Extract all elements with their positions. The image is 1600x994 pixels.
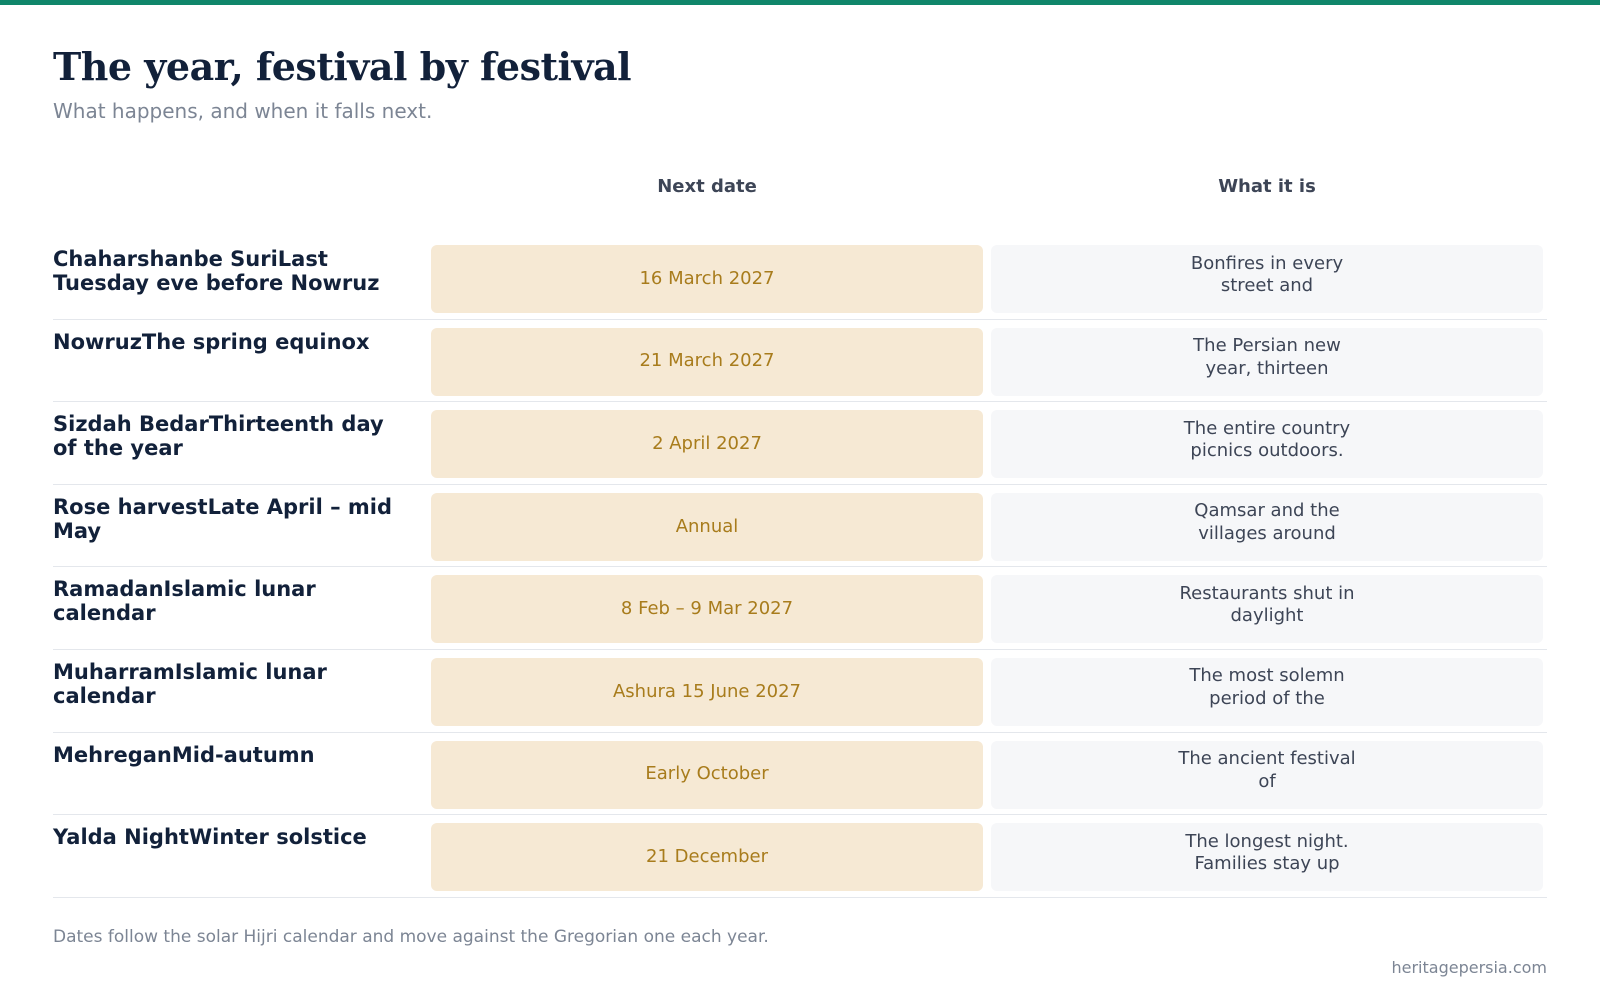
next-date-cell: 2 April 2027: [431, 410, 983, 479]
description-text: The Persian new year, thirteen: [1193, 335, 1341, 379]
table-row: MehreganMid-autumn Early October The anc…: [53, 733, 1547, 816]
page-title: The year, festival by festival: [53, 44, 632, 89]
footnote: Dates follow the solar Hijri calendar an…: [53, 927, 769, 947]
page-subtitle: What happens, and when it falls next.: [53, 99, 433, 123]
next-date-text: 16 March 2027: [639, 267, 775, 289]
description-cell: The Persian new year, thirteen: [991, 327, 1543, 396]
description-cell: The entire country picnics outdoors.: [991, 410, 1543, 479]
table-row: NowruzThe spring equinox 21 March 2027 T…: [53, 320, 1547, 403]
next-date-text: Early October: [645, 763, 769, 785]
source-credit: heritagepersia.com: [1391, 958, 1547, 977]
description-cell: The longest night. Families stay up: [991, 823, 1543, 892]
description-text: The entire country picnics outdoors.: [1183, 417, 1351, 462]
column-header-what-it-is: What it is: [1218, 176, 1316, 197]
next-date-text: 21 March 2027: [639, 350, 775, 372]
description-cell: Qamsar and the villages around: [991, 492, 1543, 561]
description-text: Bonfires in every street and: [1190, 252, 1344, 297]
table-row: Rose harvestLate April – mid May Annual …: [53, 485, 1547, 568]
festival-name: Chaharshanbe SuriLast Tuesday eve before…: [53, 247, 380, 295]
next-date-cell: 21 March 2027: [431, 327, 983, 396]
description-text: The ancient festival of: [1178, 748, 1356, 792]
page: The year, festival by festival What happ…: [53, 0, 1547, 994]
description-cell: The ancient festival of: [991, 740, 1543, 809]
description-cell: Bonfires in every street and: [991, 245, 1543, 313]
description-text: Qamsar and the villages around: [1194, 500, 1340, 544]
festival-name: NowruzThe spring equinox: [53, 329, 370, 354]
next-date-cell: 8 Feb – 9 Mar 2027: [431, 575, 983, 644]
table-row: RamadanIslamic lunar calendar 8 Feb – 9 …: [53, 567, 1547, 650]
table-row: Sizdah BedarThirteenth day of the year 2…: [53, 402, 1547, 485]
description-text: Restaurants shut in daylight: [1179, 582, 1355, 627]
column-header-next-date: Next date: [657, 176, 757, 197]
festival-name: Yalda NightWinter solstice: [53, 825, 367, 850]
next-date-cell: Annual: [431, 492, 983, 561]
next-date-cell: 16 March 2027: [431, 245, 983, 313]
festival-name: Sizdah BedarThirteenth day of the year: [53, 412, 384, 461]
next-date-text: 8 Feb – 9 Mar 2027: [620, 598, 794, 620]
description-text: The most solemn period of the: [1189, 665, 1345, 709]
table-row: MuharramIslamic lunar calendar Ashura 15…: [53, 650, 1547, 733]
description-cell: The most solemn period of the: [991, 657, 1543, 726]
festival-name: Rose harvestLate April – mid May: [53, 494, 393, 543]
next-date-text: Annual: [675, 515, 739, 537]
next-date-cell: 21 December: [431, 823, 983, 892]
description-cell: Restaurants shut in daylight: [991, 575, 1543, 644]
table-row: Chaharshanbe SuriLast Tuesday eve before…: [53, 237, 1547, 320]
festival-name: MuharramIslamic lunar calendar: [53, 659, 327, 708]
festival-table: Chaharshanbe SuriLast Tuesday eve before…: [53, 237, 1547, 898]
next-date-cell: Early October: [431, 740, 983, 809]
next-date-cell: Ashura 15 June 2027: [431, 657, 983, 726]
table-row: Yalda NightWinter solstice 21 December T…: [53, 815, 1547, 898]
description-text: The longest night. Families stay up: [1185, 830, 1349, 875]
next-date-text: 21 December: [646, 845, 768, 867]
festival-name: RamadanIslamic lunar calendar: [53, 577, 316, 626]
next-date-text: Ashura 15 June 2027: [612, 680, 801, 702]
festival-name: MehreganMid-autumn: [53, 742, 315, 767]
next-date-text: 2 April 2027: [652, 432, 762, 454]
